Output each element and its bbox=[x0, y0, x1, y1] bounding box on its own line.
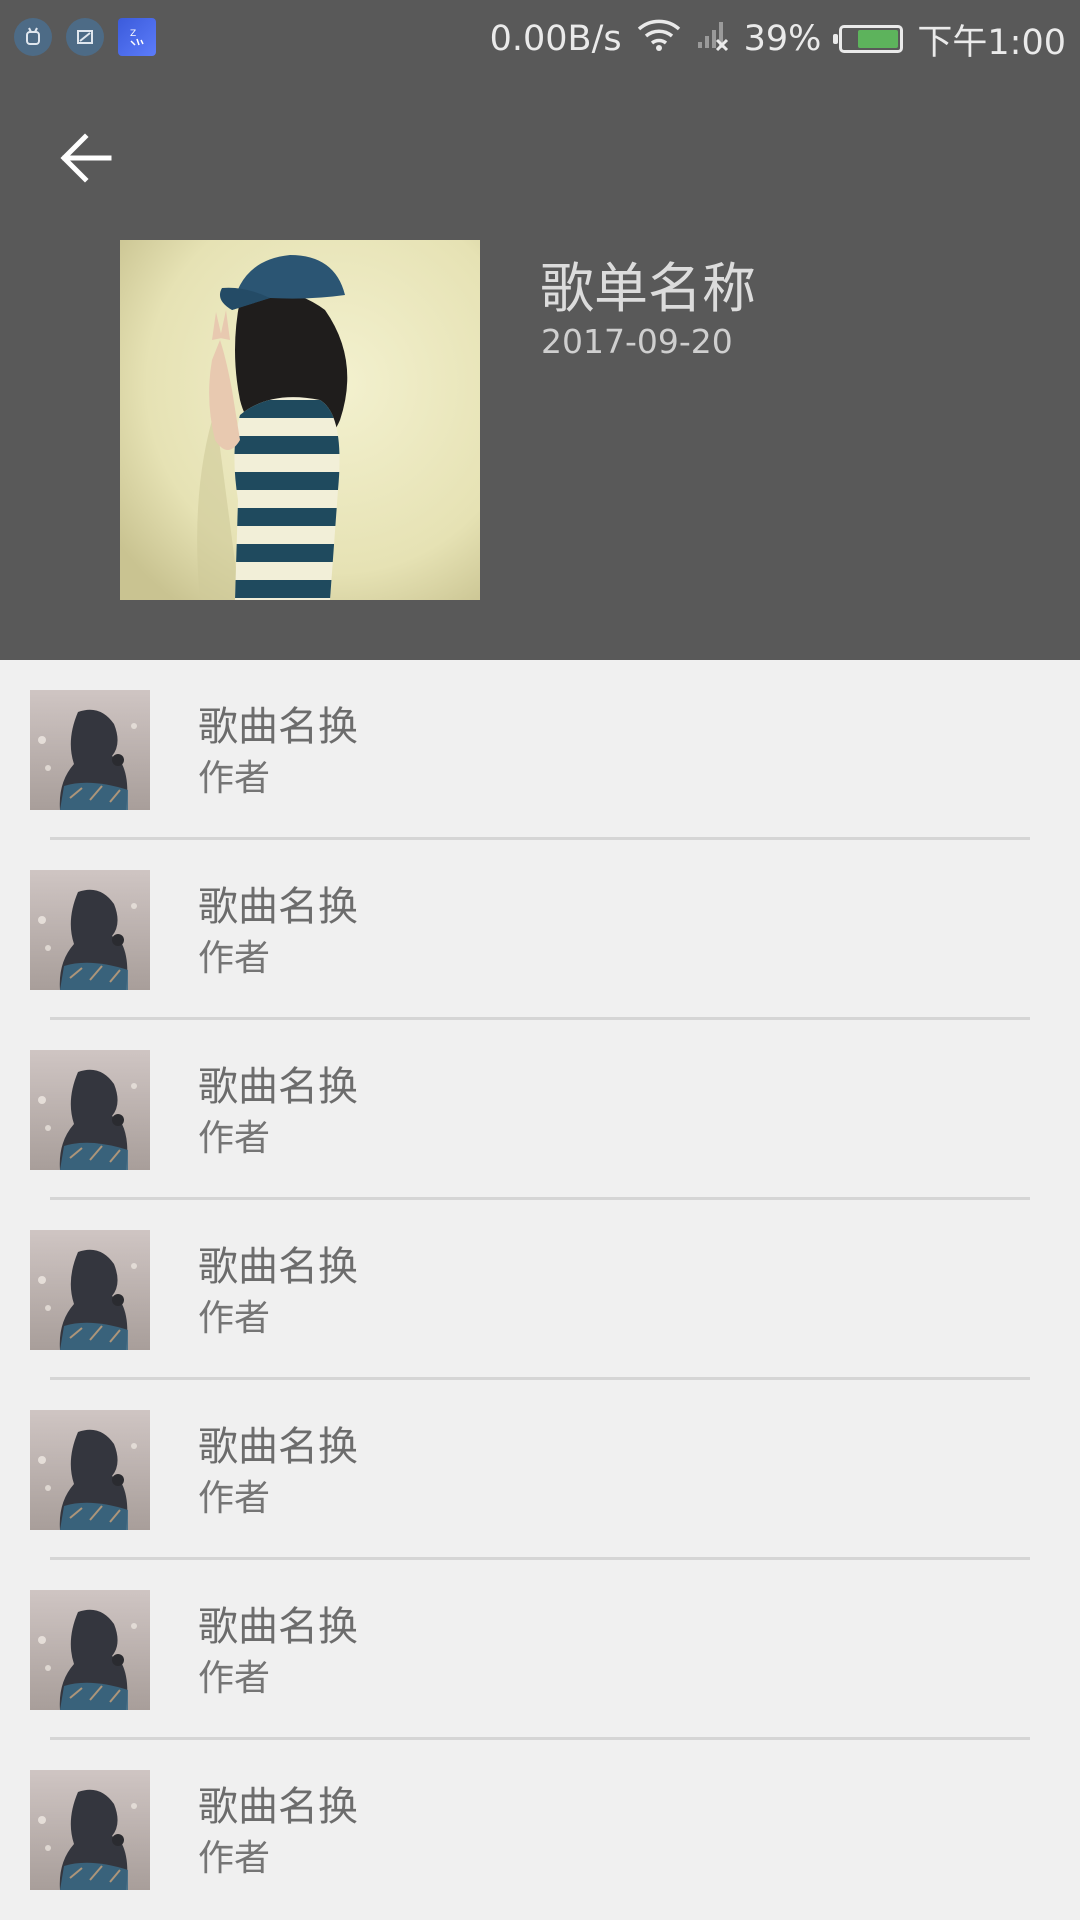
arrow-left-icon bbox=[60, 133, 112, 183]
song-list: 歌曲名换 作者 歌曲名换 作者 歌曲名换 作者 歌曲名换 作者 歌曲名换 作者 … bbox=[0, 660, 1080, 1920]
song-title: 歌曲名换 bbox=[198, 1244, 358, 1290]
network-speed: 0.00B/s bbox=[489, 19, 622, 59]
song-title: 歌曲名换 bbox=[198, 884, 358, 930]
song-thumbnail bbox=[30, 1050, 150, 1170]
screenshot-icon bbox=[66, 18, 104, 56]
status-indicators: 0.00B/s 39% 下午1:00 bbox=[490, 14, 1066, 64]
song-title: 歌曲名换 bbox=[198, 704, 358, 750]
song-thumbnail bbox=[30, 1410, 150, 1530]
song-row[interactable]: 歌曲名换 作者 bbox=[0, 840, 1080, 1020]
song-row[interactable]: 歌曲名换 作者 bbox=[0, 660, 1080, 840]
song-title: 歌曲名换 bbox=[198, 1784, 358, 1830]
playlist-title: 歌单名称 bbox=[540, 257, 756, 320]
status-bar: Z 0.00B/s 39% 下午1:00 bbox=[0, 0, 1080, 78]
song-artist: 作者 bbox=[198, 1478, 271, 1519]
clock: 下午1:00 bbox=[917, 22, 1066, 63]
song-title: 歌曲名换 bbox=[198, 1604, 358, 1650]
song-artist: 作者 bbox=[198, 938, 271, 979]
back-button[interactable] bbox=[50, 128, 120, 188]
app-notification-icon: Z bbox=[118, 18, 156, 56]
song-thumbnail bbox=[30, 1770, 150, 1890]
playlist-date: 2017-09-20 bbox=[541, 322, 733, 361]
song-thumbnail bbox=[30, 1230, 150, 1350]
song-row[interactable]: 歌曲名换 作者 bbox=[0, 1740, 1080, 1920]
android-debug-icon bbox=[14, 18, 52, 56]
svg-text:Z: Z bbox=[130, 29, 136, 39]
song-artist: 作者 bbox=[198, 1658, 271, 1699]
song-title: 歌曲名换 bbox=[198, 1424, 358, 1470]
notification-icons: Z bbox=[14, 18, 156, 56]
song-artist: 作者 bbox=[198, 1118, 271, 1159]
song-artist: 作者 bbox=[198, 1298, 271, 1339]
no-signal-icon bbox=[696, 18, 730, 61]
song-row[interactable]: 歌曲名换 作者 bbox=[0, 1560, 1080, 1740]
song-thumbnail bbox=[30, 1590, 150, 1710]
playlist-cover bbox=[120, 240, 480, 600]
wifi-icon bbox=[636, 18, 682, 61]
song-row[interactable]: 歌曲名换 作者 bbox=[0, 1020, 1080, 1200]
playlist-header: Z 0.00B/s 39% 下午1:00 歌单名称 2017-09-20 bbox=[0, 0, 1080, 660]
song-artist: 作者 bbox=[198, 758, 271, 799]
song-title: 歌曲名换 bbox=[198, 1064, 358, 1110]
song-thumbnail bbox=[30, 870, 150, 990]
battery-icon bbox=[833, 25, 904, 53]
battery-level bbox=[857, 30, 899, 48]
song-row[interactable]: 歌曲名换 作者 bbox=[0, 1200, 1080, 1380]
song-thumbnail bbox=[30, 690, 150, 810]
song-row[interactable]: 歌曲名换 作者 bbox=[0, 1380, 1080, 1560]
song-artist: 作者 bbox=[198, 1838, 271, 1879]
battery-percent: 39% bbox=[743, 19, 822, 59]
